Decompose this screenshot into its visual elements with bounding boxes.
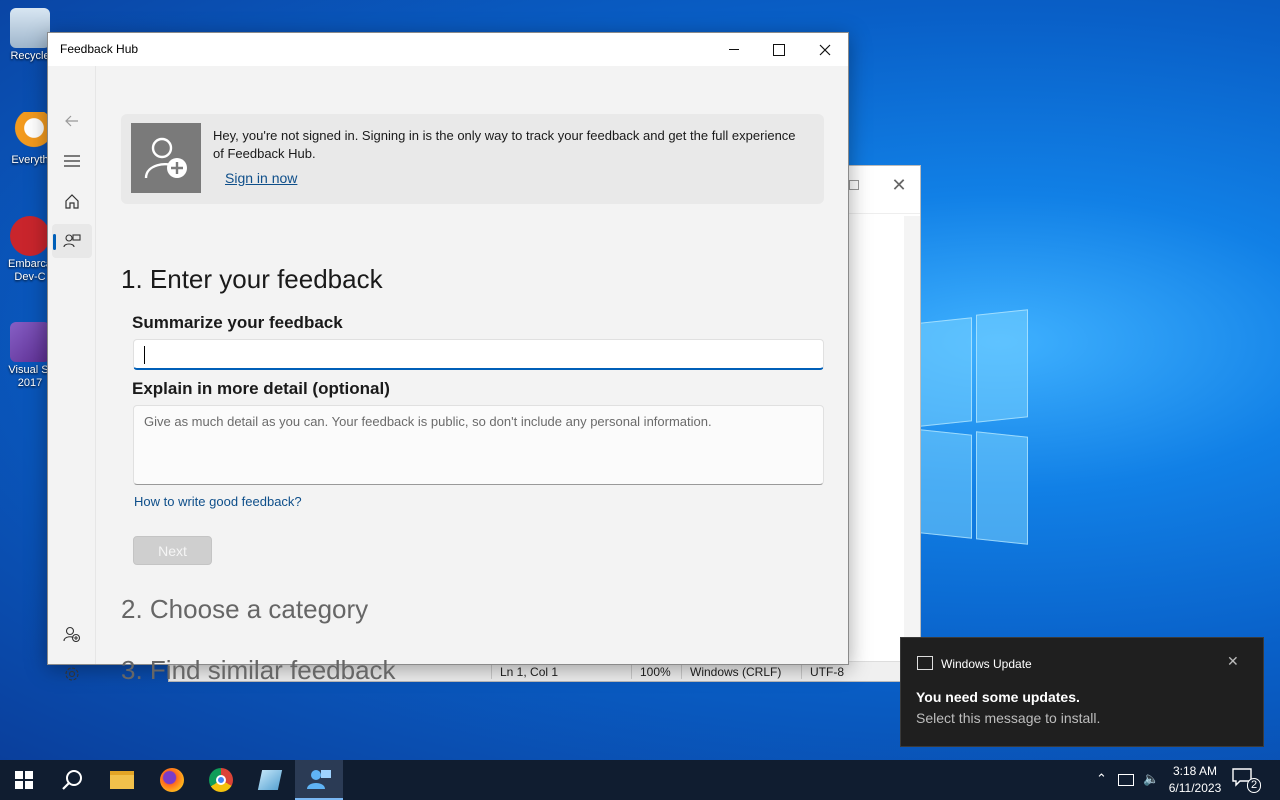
- nav-rail: [48, 66, 96, 681]
- status-encoding: UTF-8: [801, 665, 844, 679]
- summary-input[interactable]: [133, 339, 824, 370]
- recycle-bin-icon: [10, 8, 50, 48]
- step2-heading[interactable]: 2. Choose a category: [121, 594, 368, 625]
- avatar: [131, 123, 201, 193]
- close-button[interactable]: [802, 33, 848, 66]
- dev-cpp-icon: [10, 216, 50, 256]
- clock-date: 6/11/2023: [1168, 781, 1222, 795]
- maximize-button[interactable]: [756, 33, 802, 66]
- toast-body: Select this message to install.: [916, 710, 1101, 726]
- toast-close-icon[interactable]: ✕: [1227, 654, 1239, 670]
- feedback-icon: [63, 234, 81, 248]
- status-position: Ln 1, Col 1: [491, 665, 558, 679]
- system-clock[interactable]: 3:18 AM 6/11/2023: [1160, 763, 1230, 797]
- sign-in-banner: Hey, you're not signed in. Signing in is…: [121, 114, 824, 204]
- menu-button[interactable]: [52, 144, 92, 178]
- back-button[interactable]: [52, 104, 92, 138]
- start-button[interactable]: [0, 760, 48, 800]
- window-title: Feedback Hub: [60, 42, 139, 56]
- taskbar-firefox[interactable]: [148, 760, 196, 800]
- notepad-maximize-icon[interactable]: [849, 180, 859, 190]
- nav-feedback[interactable]: [52, 224, 92, 258]
- folder-icon: [110, 771, 134, 789]
- clock-time: 3:18 AM: [1172, 764, 1218, 778]
- taskbar-file-explorer[interactable]: [98, 760, 146, 800]
- summary-label: Summarize your feedback: [132, 313, 343, 332]
- notepad-icon: [257, 770, 283, 790]
- windows-start-icon: [15, 771, 33, 789]
- windows-update-icon: [917, 656, 933, 670]
- notepad-scrollbar[interactable]: [904, 216, 920, 641]
- action-center-button[interactable]: 2: [1232, 768, 1262, 794]
- toast-app-name: Windows Update: [941, 657, 1032, 671]
- firefox-icon: [160, 768, 184, 792]
- close-icon: [819, 44, 831, 55]
- network-icon[interactable]: [1118, 774, 1134, 786]
- status-zoom: 100%: [631, 665, 671, 679]
- detail-label: Explain in more detail (optional): [132, 379, 390, 398]
- step3-heading[interactable]: 3. Find similar feedback: [121, 655, 396, 686]
- next-button[interactable]: Next: [133, 536, 212, 565]
- notepad-close-icon[interactable]: ✕: [887, 174, 911, 198]
- gear-icon: [65, 667, 79, 681]
- sign-in-message: Hey, you're not signed in. Signing in is…: [213, 128, 796, 161]
- howto-link[interactable]: How to write good feedback?: [134, 494, 302, 509]
- add-user-icon: [144, 137, 187, 179]
- add-user-icon: [63, 626, 81, 642]
- hamburger-icon: [64, 155, 80, 167]
- notification-count-badge: 2: [1247, 778, 1262, 793]
- toast-title: You need some updates.: [916, 689, 1080, 705]
- nav-account[interactable]: [52, 617, 92, 651]
- feedback-hub-icon: [307, 770, 331, 789]
- chrome-icon: [209, 768, 233, 792]
- status-line-ending: Windows (CRLF): [681, 665, 781, 679]
- detail-textarea[interactable]: Give as much detail as you can. Your fee…: [133, 405, 824, 485]
- sign-in-link[interactable]: Sign in now: [225, 170, 297, 186]
- windows-update-toast[interactable]: Windows Update ✕ You need some updates. …: [900, 637, 1264, 747]
- nav-settings[interactable]: [52, 657, 92, 691]
- taskbar-notepad[interactable]: [246, 760, 294, 800]
- step1-heading: 1. Enter your feedback: [121, 264, 383, 294]
- taskbar-chrome[interactable]: [197, 760, 245, 800]
- search-icon: [62, 770, 82, 790]
- back-arrow-icon: [65, 115, 78, 127]
- taskbar: ⌃ 🔈 3:18 AM 6/11/2023 2: [0, 760, 1280, 800]
- taskbar-feedback-hub[interactable]: [295, 760, 343, 800]
- main-content: Hey, you're not signed in. Signing in is…: [97, 66, 848, 685]
- feedback-hub-window: Feedback Hub Hey, you're not signed in. …: [47, 32, 849, 685]
- minimize-button[interactable]: [711, 33, 757, 66]
- magnifier-icon: [10, 112, 50, 152]
- tray-overflow-chevron-icon[interactable]: ⌃: [1096, 772, 1107, 787]
- visual-studio-icon: [10, 322, 50, 362]
- home-icon: [65, 194, 79, 209]
- text-caret: [144, 346, 145, 364]
- volume-icon[interactable]: 🔈: [1143, 772, 1159, 787]
- detail-placeholder: Give as much detail as you can. Your fee…: [144, 414, 712, 429]
- search-button[interactable]: [48, 760, 96, 800]
- nav-home[interactable]: [52, 184, 92, 218]
- windows-logo-wallpaper: [920, 308, 1028, 548]
- titlebar[interactable]: Feedback Hub: [48, 33, 848, 66]
